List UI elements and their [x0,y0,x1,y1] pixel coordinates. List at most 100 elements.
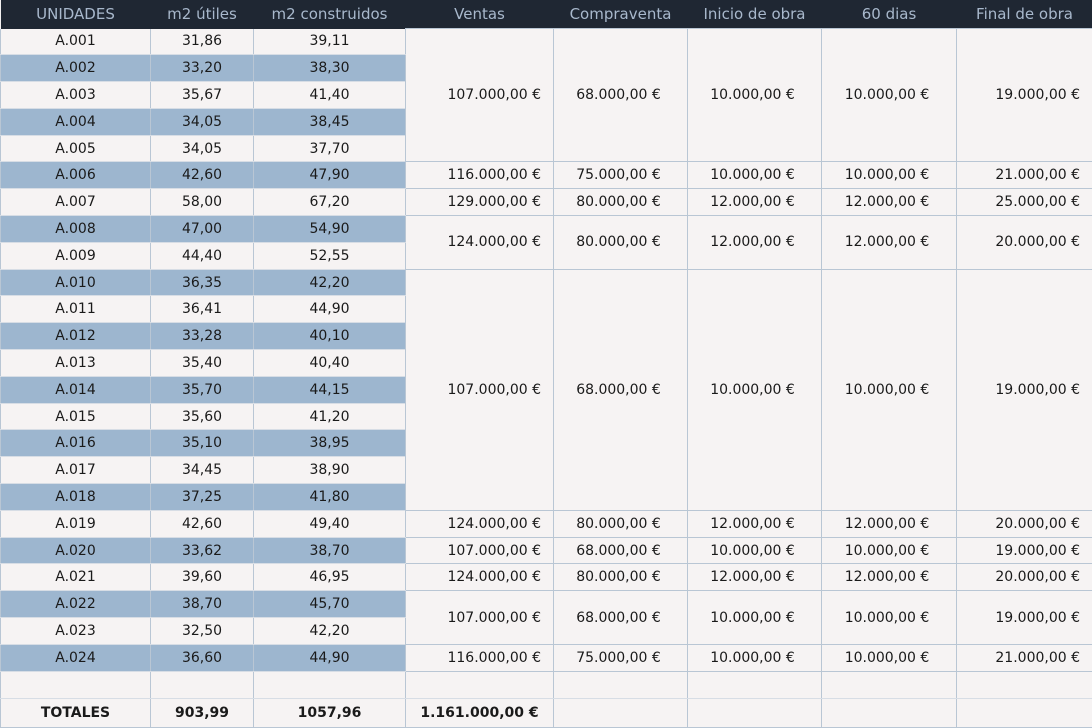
empty-cell[interactable] [405,671,554,699]
cell-final-de-obra[interactable]: 19.000,00 € [956,536,1092,565]
header-inicio-de-obra[interactable]: Inicio de obra [687,0,822,29]
cell-m2-utiles[interactable]: 42,60 [150,510,254,538]
cell-m2-utiles[interactable]: 34,05 [150,135,254,163]
header-compraventa[interactable]: Compraventa [553,0,688,29]
cell-inicio-de-obra[interactable]: 12.000,00 € [687,188,822,217]
cell-60-dias[interactable]: 10.000,00 € [821,643,957,672]
cell-compraventa[interactable]: 68.000,00 € [553,268,688,511]
cell-unidad[interactable]: A.011 [0,295,151,324]
cell-m2-construidos[interactable]: 41,40 [253,81,406,109]
cell-m2-utiles[interactable]: 58,00 [150,188,254,217]
cell-m2-construidos[interactable]: 41,80 [253,483,406,511]
header-final-de-obra[interactable]: Final de obra [956,0,1092,29]
cell-m2-construidos[interactable]: 42,20 [253,269,406,297]
cell-unidad[interactable]: A.003 [0,81,151,109]
cell-m2-utiles[interactable]: 44,40 [150,242,254,270]
cell-m2-construidos[interactable]: 40,40 [253,349,406,377]
cell-m2-utiles[interactable]: 33,20 [150,54,254,83]
cell-inicio-de-obra[interactable]: 10.000,00 € [687,536,822,565]
cell-m2-utiles[interactable]: 33,62 [150,537,254,565]
empty-cell[interactable] [0,671,151,699]
cell-unidad[interactable]: A.005 [0,135,151,163]
cell-m2-utiles[interactable]: 34,45 [150,456,254,485]
cell-m2-utiles[interactable]: 32,50 [150,617,254,645]
cell-unidad[interactable]: A.008 [0,215,151,243]
cell-compraventa[interactable]: 75.000,00 € [553,643,688,672]
cell-compraventa[interactable]: 80.000,00 € [553,215,688,270]
cell-60-dias[interactable]: 10.000,00 € [821,536,957,565]
cell-unidad[interactable]: A.023 [0,617,151,645]
empty-cell[interactable] [150,671,254,699]
cell-unidad[interactable]: A.014 [0,376,151,404]
cell-m2-construidos[interactable]: 52,55 [253,242,406,270]
empty-cell[interactable] [253,671,406,699]
cell-m2-construidos[interactable]: 44,15 [253,376,406,404]
cell-unidad[interactable]: A.010 [0,269,151,297]
cell-unidad[interactable]: A.007 [0,188,151,217]
cell-m2-construidos[interactable]: 54,90 [253,215,406,243]
cell-unidad[interactable]: A.002 [0,54,151,83]
header-m2-utiles[interactable]: m2 útiles [150,0,254,29]
cell-m2-utiles[interactable]: 36,60 [150,644,254,672]
cell-60-dias[interactable]: 12.000,00 € [821,509,957,538]
cell-ventas[interactable]: 124.000,00 € [405,509,554,538]
cell-m2-utiles[interactable]: 35,67 [150,81,254,109]
cell-60-dias[interactable]: 12.000,00 € [821,215,957,270]
cell-compraventa[interactable]: 80.000,00 € [553,563,688,592]
cell-m2-utiles[interactable]: 37,25 [150,483,254,511]
cell-final-de-obra[interactable]: 20.000,00 € [956,509,1092,538]
cell-unidad[interactable]: A.015 [0,403,151,431]
cell-ventas[interactable]: 116.000,00 € [405,643,554,672]
totals-label[interactable]: TOTALES [0,697,151,728]
cell-ventas[interactable]: 129.000,00 € [405,188,554,217]
header-unidades[interactable]: UNIDADES [0,0,151,29]
cell-unidad[interactable]: A.020 [0,537,151,565]
cell-inicio-de-obra[interactable]: 10.000,00 € [687,643,822,672]
cell-final-de-obra[interactable]: 21.000,00 € [956,161,1092,190]
cell-inicio-de-obra[interactable]: 12.000,00 € [687,215,822,270]
cell-60-dias[interactable]: 10.000,00 € [821,590,957,645]
cell-unidad[interactable]: A.012 [0,322,151,351]
cell-m2-utiles[interactable]: 35,70 [150,376,254,404]
cell-unidad[interactable]: A.021 [0,563,151,592]
cell-m2-construidos[interactable]: 38,95 [253,429,406,458]
cell-unidad[interactable]: A.016 [0,429,151,458]
cell-final-de-obra[interactable]: 19.000,00 € [956,590,1092,645]
cell-final-de-obra[interactable]: 19.000,00 € [956,268,1092,511]
cell-ventas[interactable]: 124.000,00 € [405,563,554,592]
totals-m2-construidos[interactable]: 1057,96 [253,697,406,728]
cell-60-dias[interactable]: 12.000,00 € [821,563,957,592]
cell-m2-utiles[interactable]: 38,70 [150,590,254,619]
cell-60-dias[interactable]: 12.000,00 € [821,188,957,217]
cell-m2-utiles[interactable]: 35,10 [150,429,254,458]
empty-cell[interactable] [553,671,688,699]
cell-60-dias[interactable]: 10.000,00 € [821,161,957,190]
header-60-dias[interactable]: 60 dias [821,0,957,29]
cell-m2-construidos[interactable]: 46,95 [253,563,406,592]
empty-cell[interactable] [821,697,957,728]
cell-final-de-obra[interactable]: 20.000,00 € [956,563,1092,592]
cell-m2-utiles[interactable]: 33,28 [150,322,254,351]
cell-m2-utiles[interactable]: 34,05 [150,108,254,136]
cell-ventas[interactable]: 107.000,00 € [405,536,554,565]
cell-60-dias[interactable]: 10.000,00 € [821,27,957,163]
cell-inicio-de-obra[interactable]: 12.000,00 € [687,509,822,538]
cell-m2-utiles[interactable]: 35,60 [150,403,254,431]
totals-m2-utiles[interactable]: 903,99 [150,697,254,728]
cell-inicio-de-obra[interactable]: 10.000,00 € [687,590,822,645]
cell-ventas[interactable]: 107.000,00 € [405,590,554,645]
cell-unidad[interactable]: A.009 [0,242,151,270]
cell-unidad[interactable]: A.022 [0,590,151,619]
cell-m2-construidos[interactable]: 38,30 [253,54,406,83]
cell-m2-construidos[interactable]: 41,20 [253,403,406,431]
cell-inicio-de-obra[interactable]: 12.000,00 € [687,563,822,592]
cell-compraventa[interactable]: 68.000,00 € [553,27,688,163]
cell-compraventa[interactable]: 75.000,00 € [553,161,688,190]
cell-unidad[interactable]: A.004 [0,108,151,136]
cell-ventas[interactable]: 107.000,00 € [405,27,554,163]
cell-inicio-de-obra[interactable]: 10.000,00 € [687,161,822,190]
cell-m2-construidos[interactable]: 39,11 [253,28,406,56]
cell-compraventa[interactable]: 80.000,00 € [553,188,688,217]
cell-m2-construidos[interactable]: 67,20 [253,188,406,217]
cell-unidad[interactable]: A.013 [0,349,151,377]
